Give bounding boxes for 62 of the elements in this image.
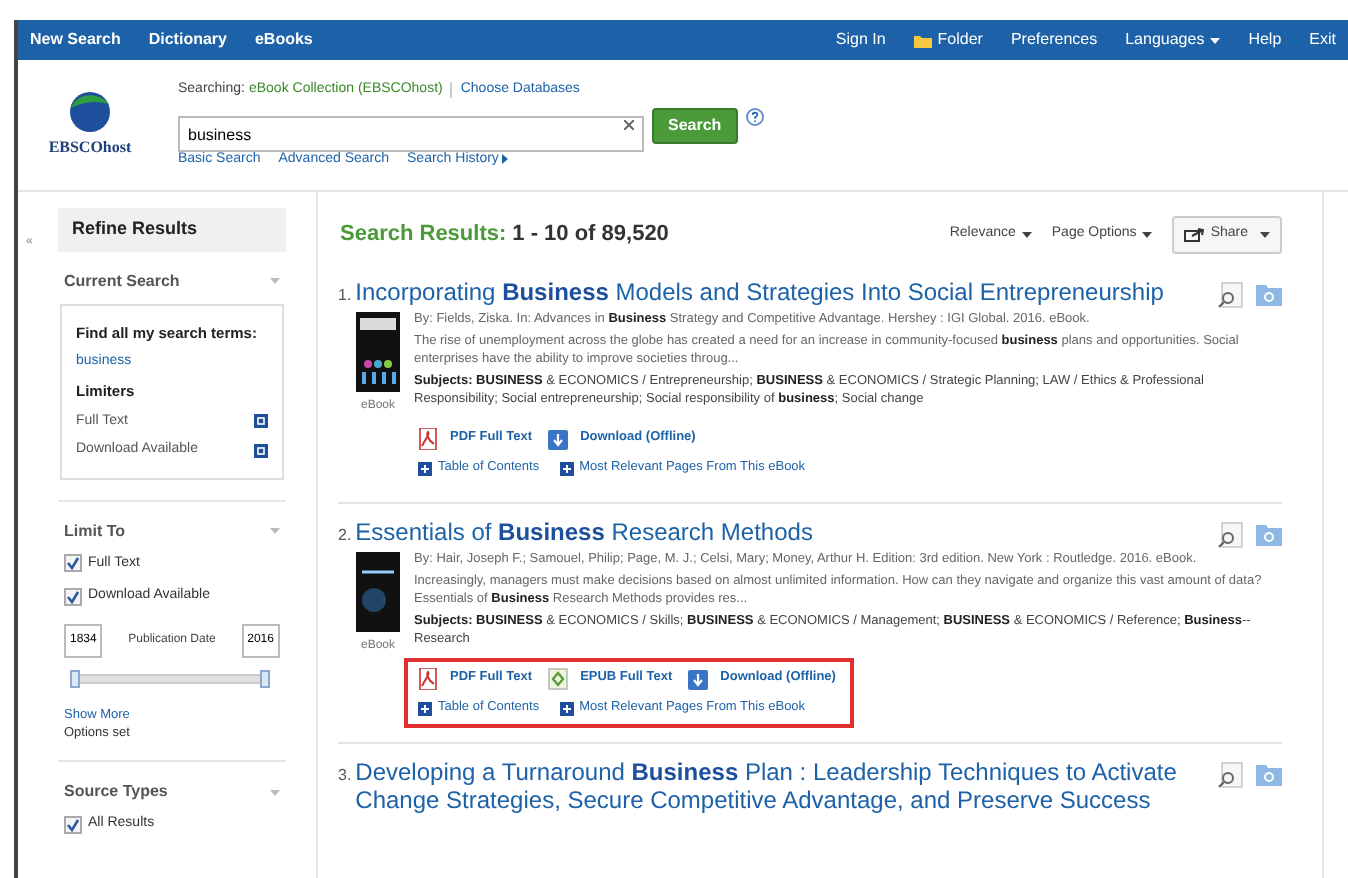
checkmark-icon xyxy=(66,817,80,832)
folder-icon xyxy=(1256,521,1282,545)
logo-icon xyxy=(68,90,112,134)
nav-link[interactable]: Exit xyxy=(1309,28,1336,52)
preview-icon xyxy=(1218,521,1244,547)
caret-icon xyxy=(270,789,280,795)
download-icon xyxy=(688,669,709,689)
result-title-link[interactable]: Essentials of Business Research Methods xyxy=(355,517,813,545)
preview-icon xyxy=(1218,281,1244,307)
plus-icon xyxy=(418,461,432,476)
preview-icon xyxy=(1218,761,1244,787)
nav-link[interactable]: Help xyxy=(1248,28,1282,52)
caret-icon xyxy=(270,528,280,534)
nav-link[interactable]: New Search xyxy=(30,28,121,52)
pdf-icon xyxy=(418,668,438,690)
caret-icon xyxy=(1142,231,1153,238)
plus-icon xyxy=(559,701,574,716)
section-heading: Source Types xyxy=(64,780,168,804)
triangle-icon xyxy=(502,154,509,165)
sidebar-title: Refine Results xyxy=(58,208,286,251)
caret-icon xyxy=(270,278,280,284)
nav-link[interactable]: Preferences xyxy=(1010,28,1098,52)
caret-icon xyxy=(1260,231,1270,238)
section-heading: Limit To xyxy=(64,519,126,543)
result-title-link[interactable]: Developing a Turnaround Business Plan : Leadership Techniques to Activate Change Strategies, Secure Competitive Advantage, and Preserve Success xyxy=(355,757,1222,813)
result-number: 1. xyxy=(338,283,352,307)
caret-icon xyxy=(1210,37,1221,43)
result-number: 3. xyxy=(338,763,352,787)
caret-icon xyxy=(1021,231,1032,238)
section-heading: Current Search xyxy=(64,269,180,293)
nav-link[interactable]: eBooks xyxy=(254,28,313,52)
help-icon xyxy=(745,107,764,125)
slider-handle[interactable] xyxy=(260,669,270,687)
clear-icon xyxy=(624,119,634,129)
plus-icon xyxy=(418,701,432,716)
book-cover-drawing xyxy=(356,311,400,391)
share-icon xyxy=(1184,227,1205,242)
logo-text: EBSCOhost xyxy=(48,136,132,160)
folder-icon xyxy=(1256,761,1282,785)
checkmark-icon xyxy=(66,556,80,571)
plus-icon xyxy=(559,461,574,476)
nav-link[interactable]: Dictionary xyxy=(148,28,227,52)
book-cover-drawing xyxy=(356,551,400,631)
languages-menu[interactable]: Languages xyxy=(1125,28,1221,52)
result-title-link[interactable]: Incorporating Business Models and Strategies Into Social Entrepreneurship xyxy=(355,277,1164,305)
result-number: 2. xyxy=(338,523,352,547)
folder-icon xyxy=(1256,281,1282,305)
results-count: 1 - 10 of 89,520 xyxy=(512,220,669,250)
folder-link[interactable]: Folder xyxy=(913,28,983,52)
nav-link[interactable]: Sign In xyxy=(835,28,886,52)
download-icon xyxy=(548,429,569,449)
search-field[interactable]: business xyxy=(178,116,644,152)
folder-icon xyxy=(913,33,932,47)
checkmark-icon xyxy=(66,589,80,604)
search-button[interactable]: Search xyxy=(652,107,738,143)
checkbox[interactable] xyxy=(64,815,82,834)
checkbox[interactable] xyxy=(64,587,82,606)
epub-icon xyxy=(548,668,569,690)
slider-handle[interactable] xyxy=(70,669,80,687)
pdf-icon xyxy=(418,428,438,450)
results-label: Search Results: xyxy=(340,220,507,250)
checkbox[interactable] xyxy=(64,554,82,573)
